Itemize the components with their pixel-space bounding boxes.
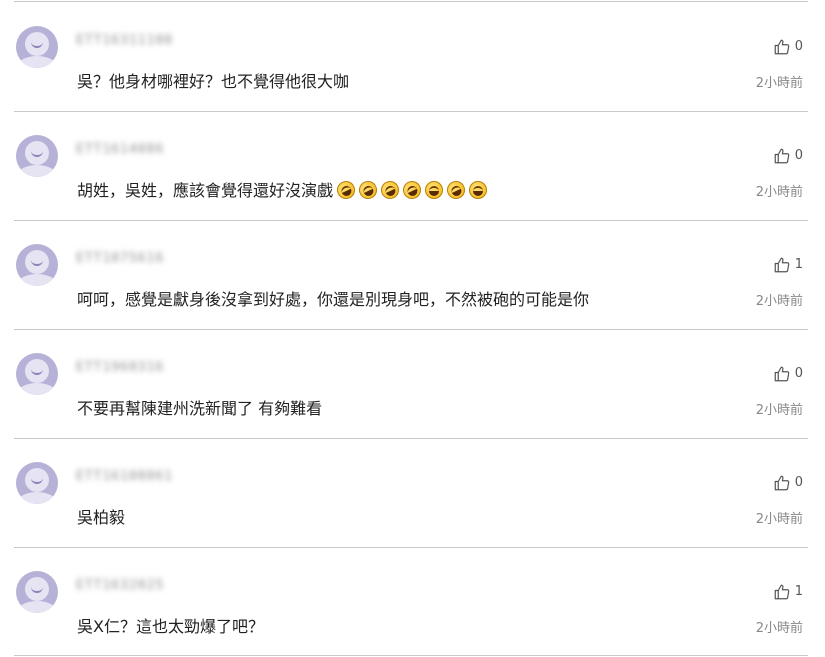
avatar[interactable] <box>16 462 58 504</box>
like-button[interactable]: 0 <box>773 146 803 166</box>
grinning-squint-emoji-icon <box>425 181 444 199</box>
like-button[interactable]: 0 <box>773 473 803 493</box>
comment-text: 不要再幫陳建州洗新聞了 有夠難看 <box>77 399 323 418</box>
thumbs-up-icon <box>774 257 790 273</box>
comment-item: ETT1614086 胡姓，吳姓，應該會覺得還好沒演戲 0 2小時前 <box>0 111 825 220</box>
like-button[interactable]: 1 <box>773 255 803 275</box>
comment-text: 胡姓，吳姓，應該會覺得還好沒演戲 <box>77 178 488 202</box>
like-button[interactable]: 0 <box>773 364 803 384</box>
like-count: 1 <box>794 584 803 599</box>
thumbs-up-icon <box>774 148 790 164</box>
like-count: 0 <box>794 148 803 163</box>
username-blurred[interactable]: ETT16311100 <box>76 32 173 50</box>
like-button[interactable]: 1 <box>773 582 803 602</box>
username-blurred[interactable]: ETT1632025 <box>76 577 164 595</box>
username-blurred[interactable]: ETT1960316 <box>76 359 164 377</box>
avatar[interactable] <box>16 353 58 395</box>
username-blurred[interactable]: ETT16108061 <box>76 468 173 486</box>
comment-item: ETT1075616 呵呵，感覺是獻身後沒拿到好處，你還是別現身吧，不然被砲的可… <box>0 220 825 329</box>
comment-item: ETT1632025 吳X仁？這也太勁爆了吧？ 1 2小時前 <box>0 547 825 656</box>
thumbs-up-icon <box>774 366 790 382</box>
avatar[interactable] <box>16 135 58 177</box>
rofl-emoji-icon <box>356 178 380 202</box>
like-count: 0 <box>794 366 803 381</box>
comment-item: ETT16108061 吳柏毅 0 2小時前 <box>0 438 825 547</box>
comment-item: ETT1960316 不要再幫陳建州洗新聞了 有夠難看 0 2小時前 <box>0 329 825 438</box>
username-blurred[interactable]: ETT1614086 <box>76 141 164 159</box>
timestamp: 2小時前 <box>755 621 803 636</box>
comment-text-content: 胡姓，吳姓，應該會覺得還好沒演戲 <box>77 181 334 200</box>
thumbs-up-icon <box>774 584 790 600</box>
rofl-emoji-icon <box>444 178 468 202</box>
timestamp: 2小時前 <box>755 294 803 309</box>
comment-text: 吳？他身材哪裡好？也不覺得他很大咖 <box>77 71 349 93</box>
comment-text: 呵呵，感覺是獻身後沒拿到好處，你還是別現身吧，不然被砲的可能是你 <box>77 290 590 309</box>
avatar[interactable] <box>16 571 58 613</box>
comment-list: ETT16311100 吳？他身材哪裡好？也不覺得他很大咖 0 2小時前 ETT… <box>0 0 825 657</box>
username-blurred[interactable]: ETT1075616 <box>76 250 164 268</box>
like-count: 0 <box>794 39 803 54</box>
like-count: 1 <box>794 257 803 272</box>
grinning-squint-emoji-icon <box>469 181 488 199</box>
comment-text-content: 吳？他身材哪裡好？也不覺得他很大咖 <box>77 72 350 91</box>
comment-item: ETT16311100 吳？他身材哪裡好？也不覺得他很大咖 0 2小時前 <box>0 2 825 111</box>
timestamp: 2小時前 <box>755 512 803 527</box>
rofl-emoji-icon <box>334 178 358 202</box>
avatar[interactable] <box>16 26 58 68</box>
thumbs-up-icon <box>774 475 790 491</box>
divider <box>14 655 808 656</box>
comment-text: 吳柏毅 <box>77 508 126 527</box>
timestamp: 2小時前 <box>755 403 803 418</box>
like-count: 0 <box>794 475 803 490</box>
thumbs-up-icon <box>774 39 790 55</box>
rofl-emoji-icon <box>400 178 424 202</box>
timestamp: 2小時前 <box>755 76 803 91</box>
rofl-emoji-icon <box>378 178 402 202</box>
avatar[interactable] <box>16 244 58 286</box>
comment-text: 吳X仁？這也太勁爆了吧？ <box>77 617 264 636</box>
timestamp: 2小時前 <box>755 185 803 200</box>
like-button[interactable]: 0 <box>773 37 803 57</box>
